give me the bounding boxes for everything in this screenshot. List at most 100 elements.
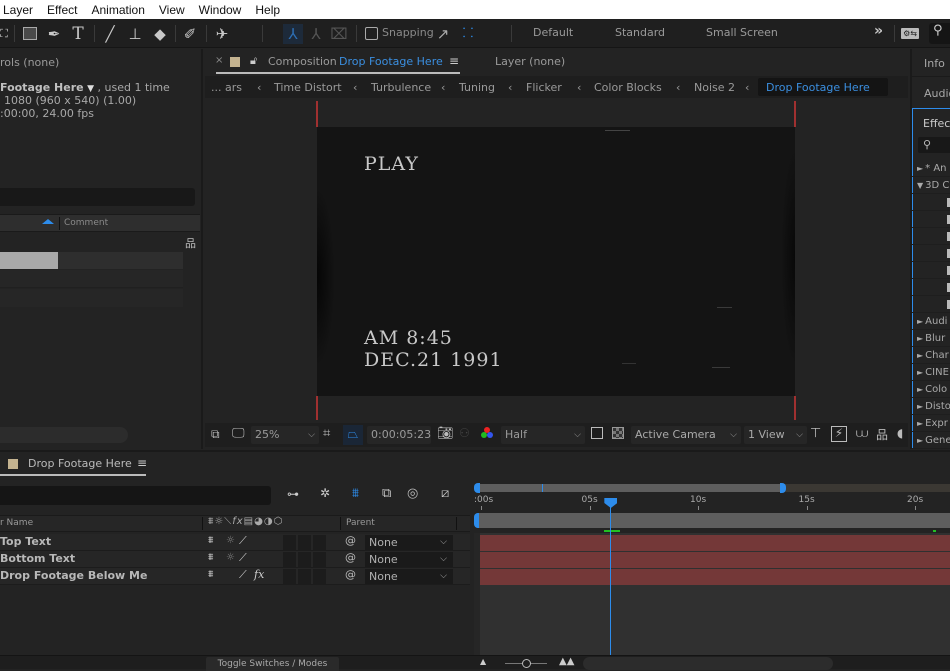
layer-row[interactable]: Bottom Text ⩩ ☼ ⟋ @ None ⌵ — [0, 551, 470, 568]
menu-view[interactable]: View — [152, 3, 192, 17]
expand-right-icon[interactable]: ► — [917, 334, 923, 343]
flowchart-icon[interactable]: 品 — [876, 426, 888, 443]
breadcrumb-item[interactable]: Color Blocks — [594, 81, 662, 94]
dropdown-arrow-icon[interactable]: ▼ — [87, 84, 94, 94]
project-item[interactable] — [0, 289, 183, 307]
quality-switch-icon[interactable]: ⟋ — [239, 551, 247, 565]
workspace-settings-icon[interactable]: ⚙⇆ — [901, 28, 919, 39]
effect-category[interactable]: ▼ 3D C — [912, 177, 950, 194]
motion-blur-switch[interactable] — [298, 552, 311, 567]
shy-switch-icon[interactable]: ⩩ — [208, 535, 213, 546]
camera-dropdown[interactable]: Active Camera ⌵ — [631, 426, 741, 444]
mask-visibility-icon[interactable]: ⏢ — [343, 425, 363, 445]
expand-right-icon[interactable]: ► — [917, 436, 923, 445]
zoom-in-icon[interactable]: ▲▲ — [559, 656, 574, 667]
pick-whip-icon[interactable]: @ — [345, 551, 356, 564]
menu-help[interactable]: Help — [248, 3, 287, 17]
effect-category[interactable]: ► Char — [912, 347, 950, 364]
workspace-default[interactable]: Default — [533, 26, 573, 39]
menu-animation[interactable]: Animation — [85, 3, 152, 17]
effects-switch-icon[interactable]: fx — [254, 568, 264, 581]
breadcrumb-current[interactable]: Drop Footage Here — [766, 81, 870, 94]
layer-name[interactable]: Drop Footage Below Me — [0, 569, 147, 582]
type-tool-icon[interactable]: T — [68, 24, 88, 44]
pick-whip-icon[interactable]: @ — [345, 534, 356, 547]
breadcrumb-item[interactable]: ... ars — [211, 81, 242, 94]
show-snapshot-icon[interactable]: ⚇ — [459, 426, 470, 440]
frame-blend-switch[interactable] — [283, 535, 296, 550]
breadcrumb-item[interactable]: Noise 2 — [694, 81, 735, 94]
effects-tab[interactable]: Effects — [923, 117, 950, 130]
snapping-checkbox[interactable] — [365, 27, 378, 40]
expand-down-icon[interactable]: ▼ — [917, 181, 923, 190]
effects-search-icon[interactable]: ⚲ — [918, 137, 950, 153]
toggle-pixel-aspect-icon[interactable]: ⊤ — [810, 426, 821, 441]
zoom-out-icon[interactable]: ▲ — [480, 657, 486, 666]
transparency-grid-icon[interactable] — [612, 427, 624, 439]
motion-blur-icon[interactable]: ◎ — [407, 486, 418, 501]
effect-category[interactable]: ► * An — [912, 160, 950, 177]
parent-dropdown[interactable]: None ⌵ — [365, 535, 453, 550]
brush-tool-icon[interactable]: ╱ — [100, 24, 120, 44]
region-of-interest-icon[interactable] — [591, 427, 603, 439]
layer-duration-bar[interactable] — [480, 569, 950, 585]
breadcrumb-item[interactable]: Flicker — [526, 81, 562, 94]
close-tab-icon[interactable]: × — [215, 55, 223, 66]
snapshot-icon[interactable]: 📷︎ — [437, 426, 454, 441]
comp-tab-prefix[interactable]: Composition — [268, 55, 337, 68]
monitor-icon[interactable]: 🖵︎ — [232, 426, 245, 441]
pen-tool-icon[interactable]: ✒ — [44, 24, 64, 44]
column-comment[interactable]: Comment — [64, 218, 108, 228]
rectangle-tool-icon[interactable] — [20, 24, 40, 44]
effect-category[interactable]: ► Blur — [912, 330, 950, 347]
layer-name[interactable]: Top Text — [0, 535, 51, 548]
snap-feature-icon[interactable]: ↗ — [433, 24, 453, 44]
expand-right-icon[interactable]: ► — [917, 317, 923, 326]
collapse-switch-icon[interactable]: ☼ — [226, 535, 235, 546]
adjustment-layer-switch[interactable] — [313, 552, 326, 567]
effect-category[interactable]: ► Expr — [912, 415, 950, 432]
layer-tab[interactable]: Layer (none) — [495, 55, 565, 68]
expand-right-icon[interactable]: ► — [917, 351, 923, 360]
effect-item[interactable] — [912, 194, 950, 211]
breadcrumb-item[interactable]: Time Distort — [274, 81, 342, 94]
pan-behind-tool-icon[interactable]: ⛶ — [0, 24, 14, 44]
resolution-dropdown[interactable]: Half ⌵ — [501, 426, 585, 444]
adjustment-layer-switch[interactable] — [313, 535, 326, 550]
frame-blend-switch[interactable] — [283, 552, 296, 567]
flowchart-icon[interactable]: 品 — [185, 235, 196, 251]
expand-right-icon[interactable]: ► — [917, 385, 923, 394]
graph-editor-icon[interactable]: ⧄ — [441, 486, 449, 501]
puppet-pin-tool-icon[interactable]: ✈ — [212, 24, 232, 44]
parent-dropdown[interactable]: None ⌵ — [365, 552, 453, 567]
layer-row[interactable]: Drop Footage Below Me ⩩ ⟋ fx @ None ⌵ — [0, 568, 470, 585]
breadcrumb-item[interactable]: Turbulence — [371, 81, 431, 94]
comp-tab-name[interactable]: Drop Footage Here — [339, 55, 443, 68]
toggle-switches-modes-button[interactable]: Toggle Switches / Modes — [206, 657, 339, 671]
fast-previews-icon[interactable]: ⚡ — [831, 426, 847, 442]
shy-switch-icon[interactable]: ⩩ — [208, 552, 213, 563]
view-layout-dropdown[interactable]: 1 View ⌵ — [744, 426, 807, 444]
breadcrumb-item[interactable]: Tuning — [459, 81, 495, 94]
workspace-overflow-icon[interactable]: » — [874, 23, 883, 39]
work-area-start-handle[interactable] — [474, 513, 479, 528]
effect-item[interactable] — [912, 245, 950, 262]
project-scrollbar[interactable] — [0, 427, 128, 443]
work-area-bar[interactable] — [474, 513, 950, 528]
frame-blending-icon[interactable]: ⧉ — [382, 486, 391, 501]
current-time-display[interactable]: 0:00:05:23 — [367, 426, 431, 444]
draft-3d-icon[interactable]: ✲ — [320, 486, 330, 500]
project-item-selected[interactable] — [0, 252, 58, 269]
adjustment-layer-switch[interactable] — [313, 569, 326, 584]
always-preview-icon[interactable]: ⧉ — [211, 427, 220, 442]
time-ruler[interactable]: :00s 05s 10s 15s 20s — [474, 495, 950, 511]
parent-dropdown[interactable]: None ⌵ — [365, 569, 453, 584]
effect-controls-tab[interactable]: rols (none) — [0, 56, 59, 69]
clone-stamp-tool-icon[interactable]: ⊥ — [125, 24, 145, 44]
search-help-icon[interactable]: ⚲ — [929, 23, 950, 44]
effect-item[interactable] — [912, 262, 950, 279]
expand-right-icon[interactable]: ► — [917, 402, 923, 411]
workspace-small-screen[interactable]: Small Screen — [706, 26, 778, 39]
timeline-scrollbar[interactable] — [583, 657, 833, 670]
effect-category[interactable]: ► Gene — [912, 432, 950, 449]
